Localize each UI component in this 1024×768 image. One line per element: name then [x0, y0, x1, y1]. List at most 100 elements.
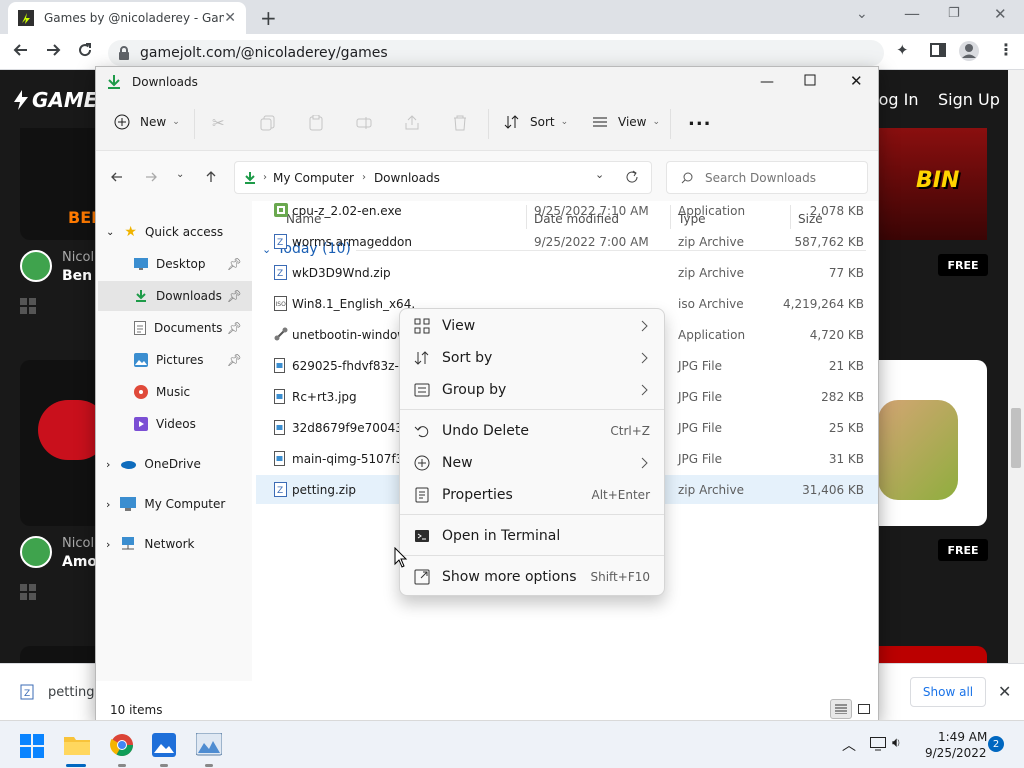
- up-icon[interactable]: [204, 170, 218, 184]
- share-file-icon[interactable]: [404, 115, 420, 131]
- volume-icon[interactable]: 🔉︎: [892, 735, 901, 751]
- profile-avatar-icon[interactable]: [958, 40, 980, 62]
- signup-link[interactable]: Sign Up: [938, 90, 1000, 109]
- photos-taskbar-icon[interactable]: [152, 733, 176, 757]
- breadcrumb-downloads[interactable]: Downloads: [374, 171, 440, 185]
- game-thumbnail[interactable]: [878, 646, 987, 663]
- game-thumbnail[interactable]: BEN: [20, 128, 96, 240]
- close-tab-icon[interactable]: ✕: [224, 10, 236, 26]
- breadcrumb[interactable]: › My Computer › Downloads ⌄: [234, 161, 652, 194]
- tab-search-icon[interactable]: ⌄: [856, 6, 868, 22]
- nav-quick-access[interactable]: ⌄ ★ Quick access: [96, 217, 252, 247]
- search-input[interactable]: [705, 170, 855, 185]
- notification-badge[interactable]: 2: [988, 736, 1004, 752]
- sort-button[interactable]: Sort ⌄: [504, 114, 568, 130]
- context-menu-item-view[interactable]: View: [404, 311, 660, 341]
- reload-icon[interactable]: [76, 41, 94, 59]
- minimize-icon[interactable]: —: [760, 74, 774, 90]
- game-title[interactable]: Ben: [62, 268, 92, 284]
- page-scrollbar-thumb[interactable]: [1011, 408, 1021, 468]
- game-title[interactable]: Amo: [62, 554, 97, 570]
- context-menu-item-open-in-terminal[interactable]: Open in Terminal: [404, 521, 660, 551]
- new-tab-icon[interactable]: +: [260, 6, 277, 30]
- address-history-chevron-icon[interactable]: ⌄: [595, 168, 604, 181]
- start-windows-icon[interactable]: [20, 734, 44, 758]
- address-url: gamejolt.com/@nicoladerey/games: [140, 45, 388, 61]
- tiles-view-button[interactable]: [854, 699, 874, 719]
- maximize-icon[interactable]: [804, 74, 816, 86]
- game-thumbnail[interactable]: [878, 360, 987, 526]
- file-size: 4,219,264 KB: [783, 296, 864, 311]
- context-menu-item-new[interactable]: New: [404, 448, 660, 478]
- game-thumbnail[interactable]: [20, 360, 96, 526]
- nav-videos[interactable]: Videos: [96, 409, 252, 439]
- address-bar[interactable]: gamejolt.com/@nicoladerey/games: [108, 40, 884, 66]
- file-size: 4,720 KB: [809, 327, 864, 342]
- nav-desktop[interactable]: Desktop 📌︎: [96, 249, 252, 279]
- cut-icon[interactable]: ✂: [212, 114, 225, 132]
- close-browser-icon[interactable]: ✕: [994, 5, 1007, 23]
- page-scrollbar[interactable]: [1008, 70, 1024, 663]
- recent-locations-chevron-icon[interactable]: ⌄: [176, 169, 184, 180]
- display-icon[interactable]: [870, 737, 886, 751]
- nav-music[interactable]: Music: [96, 377, 252, 407]
- clock-time[interactable]: 1:49 AM: [938, 730, 987, 744]
- nav-downloads[interactable]: Downloads 📌︎: [98, 281, 252, 311]
- table-row[interactable]: Zworms.armageddon 9/25/2022 7:00 AM zip Ar…: [256, 227, 878, 256]
- back-icon[interactable]: [12, 41, 30, 59]
- clock-date[interactable]: 9/25/2022: [925, 746, 987, 760]
- avatar[interactable]: [20, 536, 52, 568]
- download-item-name[interactable]: petting.: [48, 685, 99, 700]
- minimize-browser-icon[interactable]: —: [904, 4, 920, 23]
- forward-icon[interactable]: [44, 41, 62, 59]
- show-hidden-icons-chevron-icon[interactable]: ︿: [842, 735, 856, 755]
- game-author[interactable]: Nicol: [62, 250, 94, 265]
- game-author[interactable]: Nicol: [62, 536, 94, 551]
- refresh-icon[interactable]: [625, 170, 639, 184]
- gamejolt-logo[interactable]: GAME: [12, 88, 97, 112]
- game-banner[interactable]: BIN: [878, 128, 987, 240]
- context-menu-item-group-by[interactable]: Group by: [404, 375, 660, 405]
- context-menu-item-properties[interactable]: Properties Alt+Enter: [404, 480, 660, 510]
- show-all-button[interactable]: Show all: [910, 677, 986, 707]
- nav-network[interactable]: › Network: [96, 529, 252, 559]
- nav-my-computer[interactable]: › My Computer: [96, 489, 252, 519]
- image-viewer-taskbar-icon[interactable]: [196, 733, 222, 757]
- file-explorer-taskbar-icon[interactable]: [64, 733, 90, 757]
- file-type: zip Archive: [678, 265, 744, 280]
- search-box[interactable]: [666, 161, 868, 194]
- see-more-icon[interactable]: ...: [688, 109, 712, 130]
- forward-icon[interactable]: [144, 170, 158, 184]
- rename-icon[interactable]: [356, 115, 372, 131]
- context-menu-item-undo-delete[interactable]: Undo Delete Ctrl+Z: [404, 416, 660, 446]
- details-view-button[interactable]: [830, 699, 852, 719]
- side-panel-icon[interactable]: [930, 43, 946, 57]
- nav-documents[interactable]: Documents 📌︎: [96, 313, 252, 343]
- avatar[interactable]: [20, 250, 52, 282]
- table-row[interactable]: cpu-z_2.02-en.exe 9/25/2022 7:10 AM Applic…: [256, 196, 878, 225]
- back-icon[interactable]: [110, 170, 124, 184]
- browser-menu-icon[interactable]: ⋮: [998, 40, 1014, 59]
- view-button[interactable]: View ⌄: [592, 114, 660, 130]
- context-menu-label: Properties: [442, 487, 513, 503]
- close-icon[interactable]: ✕: [850, 72, 863, 90]
- extensions-icon[interactable]: ✦: [896, 41, 909, 59]
- paste-icon[interactable]: [308, 115, 324, 131]
- delete-icon[interactable]: [452, 115, 468, 131]
- browser-tab[interactable]: Games by @nicoladerey - Game ✕: [8, 2, 246, 34]
- gamejolt-favicon-icon: [18, 10, 34, 26]
- context-menu-label: Group by: [442, 382, 507, 398]
- explorer-title-bar[interactable]: Downloads — ✕: [96, 67, 878, 97]
- copy-icon[interactable]: [260, 115, 276, 131]
- context-menu-item-show-more-options[interactable]: Show more options Shift+F10: [404, 562, 660, 592]
- restore-browser-icon[interactable]: ❐: [948, 6, 960, 21]
- close-shelf-icon[interactable]: ✕: [998, 682, 1011, 701]
- breadcrumb-my-computer[interactable]: My Computer: [273, 171, 354, 185]
- new-button[interactable]: New ⌄: [114, 114, 180, 130]
- context-menu-item-sort-by[interactable]: Sort by: [404, 343, 660, 373]
- nav-pictures[interactable]: Pictures 📌︎: [96, 345, 252, 375]
- table-row[interactable]: ZwkD3D9Wnd.zip zip Archive 77 KB: [256, 258, 878, 287]
- chrome-taskbar-icon[interactable]: [110, 733, 134, 757]
- nav-onedrive[interactable]: › OneDrive: [96, 449, 252, 479]
- game-thumbnail[interactable]: [20, 646, 96, 663]
